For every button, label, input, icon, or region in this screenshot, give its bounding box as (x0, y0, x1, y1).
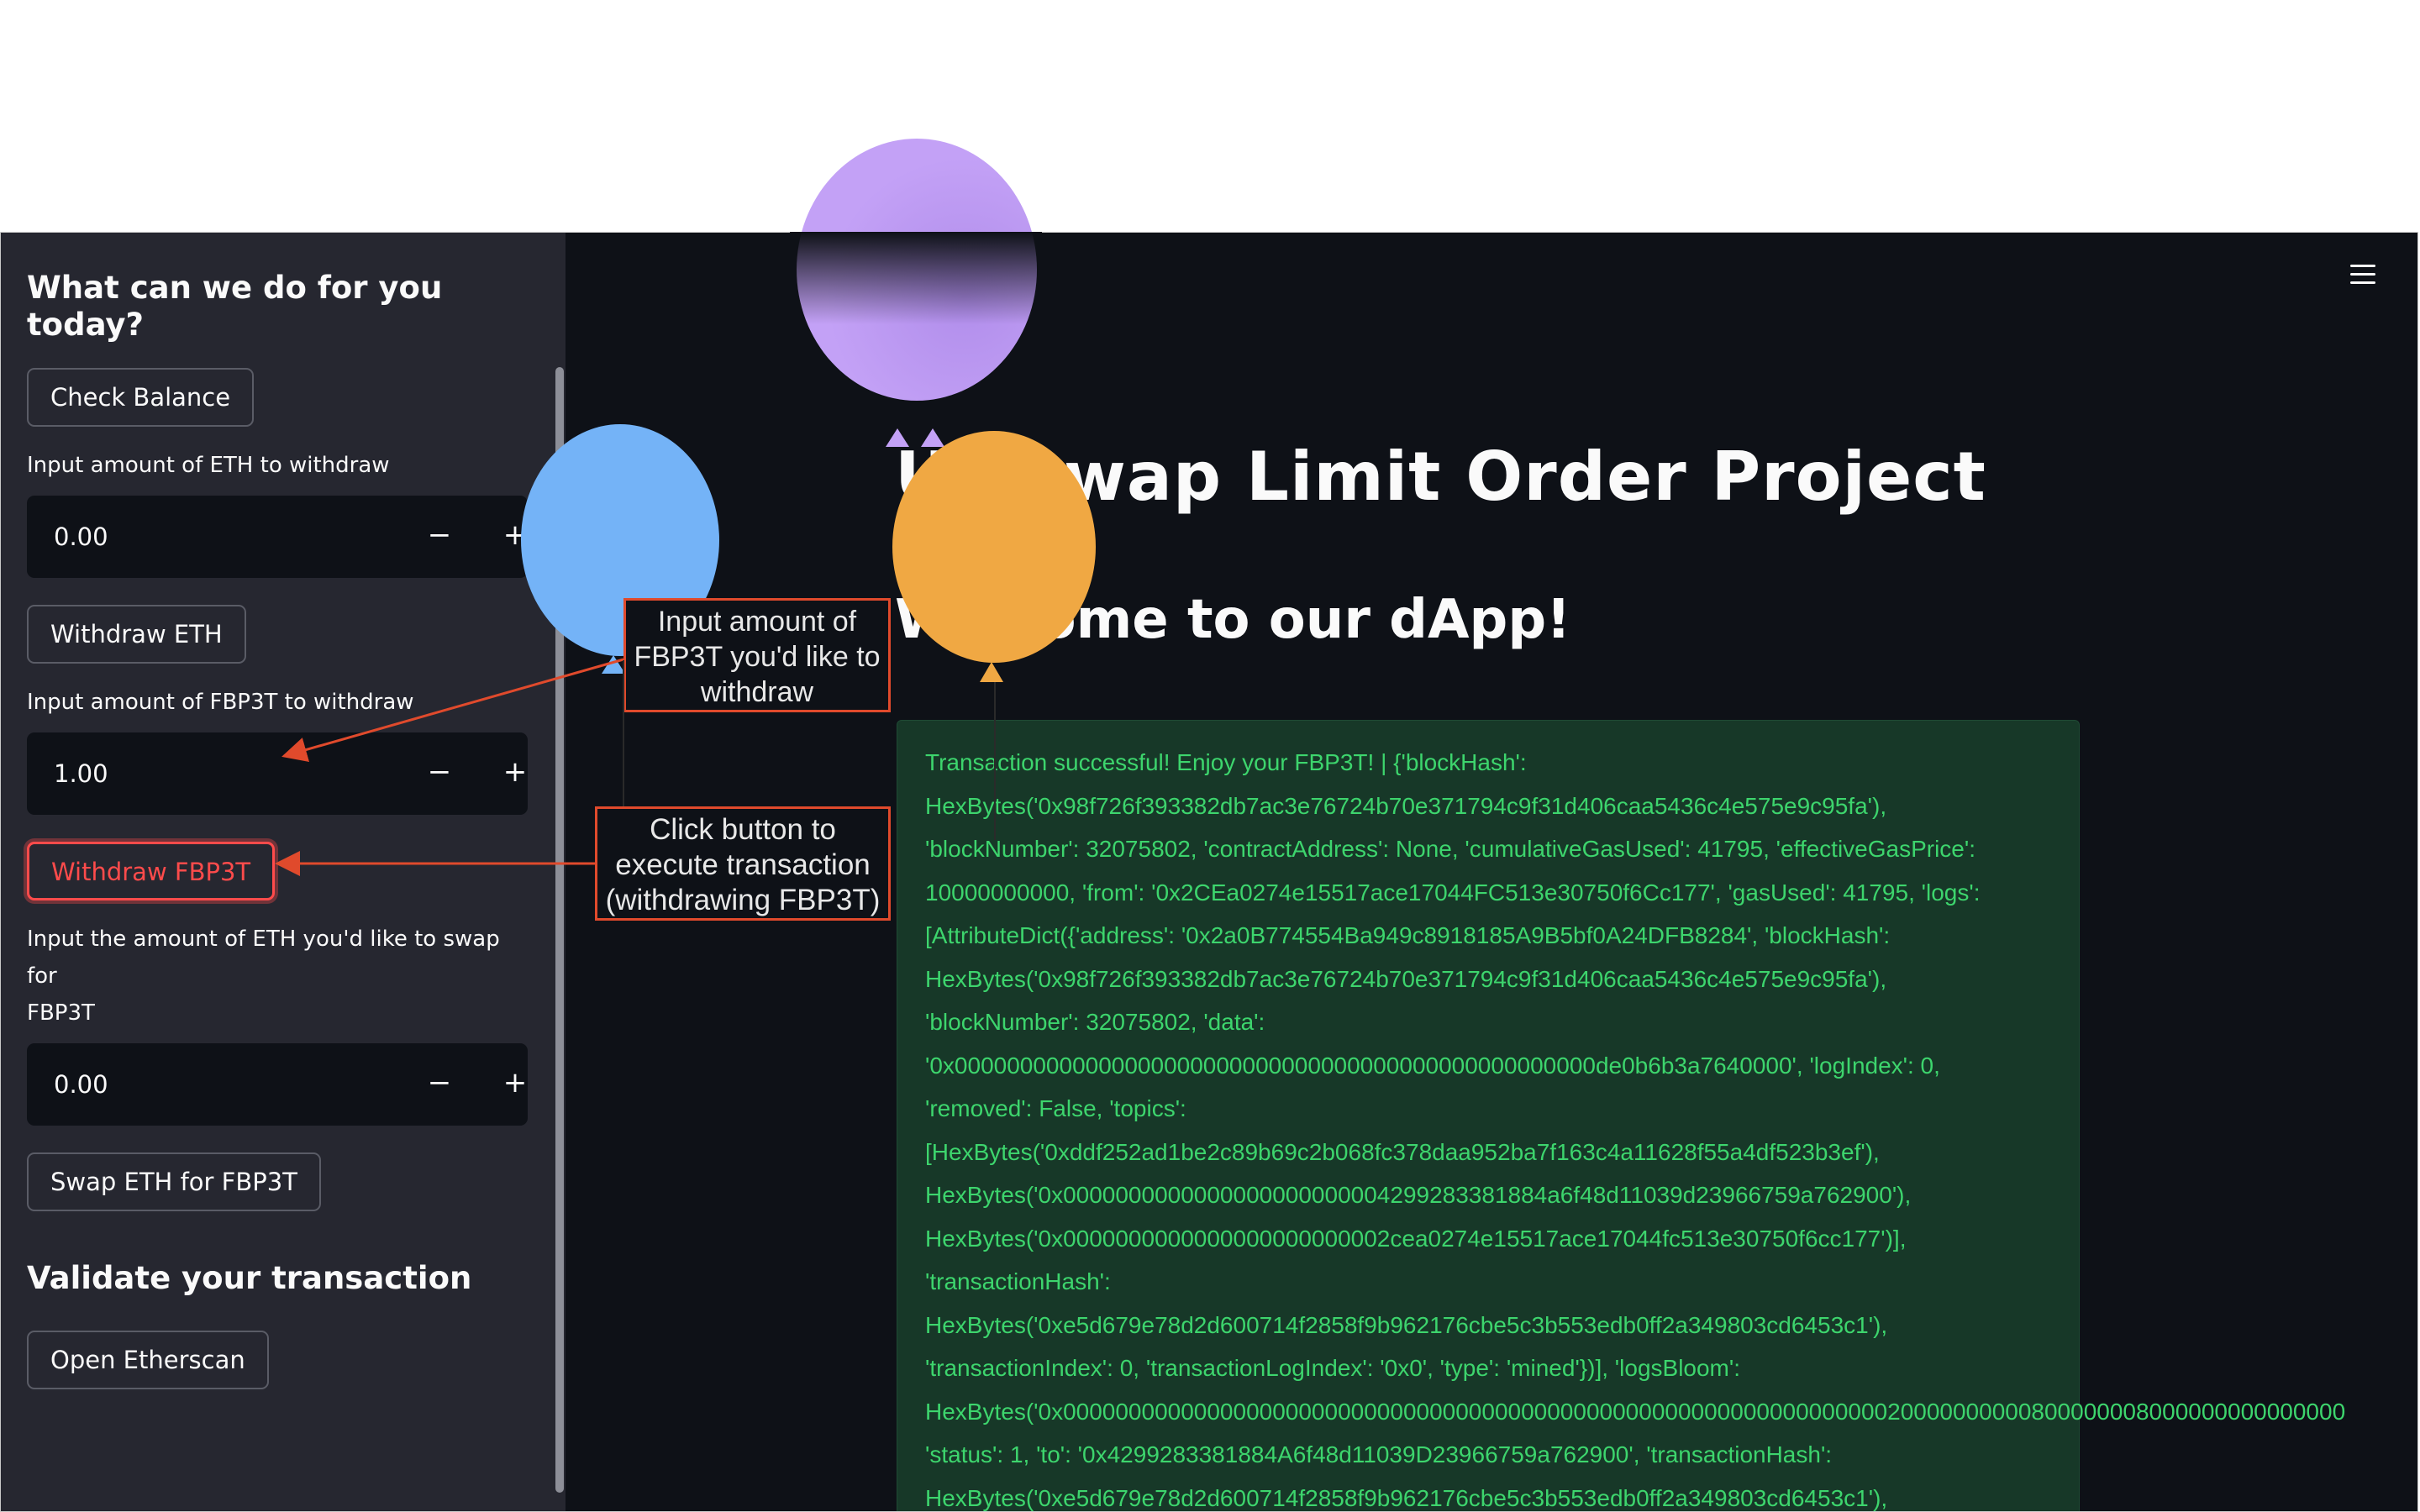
fbp3t-withdraw-label: Input amount of FBP3T to withdraw (27, 689, 414, 715)
swap-eth-increment-button[interactable]: + (477, 1043, 553, 1126)
swap-eth-decrement-button[interactable]: − (402, 1043, 477, 1126)
withdraw-eth-button[interactable]: Withdraw ETH (27, 604, 246, 664)
success-message-box: Transaction successful! Enjoy your FBP3T… (897, 720, 2345, 1511)
withdraw-fbp3t-button[interactable]: Withdraw FBP3T (27, 841, 276, 900)
balloon-knot-blue (602, 655, 625, 674)
fbp3t-withdraw-value[interactable]: 1.00 (54, 732, 108, 815)
balloon-orange (892, 431, 1096, 663)
app-window: What can we do for you today? Check Bala… (0, 232, 2418, 1512)
sidebar: What can we do for you today? Check Bala… (1, 233, 566, 1511)
fbp3t-withdraw-increment-button[interactable]: + (477, 732, 553, 815)
swap-eth-input[interactable]: 0.00 − + (27, 1042, 528, 1126)
annotation-click-note: Click button to execute transaction (wit… (595, 806, 891, 921)
check-balance-button[interactable]: Check Balance (27, 367, 255, 427)
sidebar-title: What can we do for you today? (27, 270, 443, 344)
swap-eth-value[interactable]: 0.00 (54, 1043, 108, 1126)
balloon-fade (790, 232, 1042, 324)
swap-label-line1: Input the amount of ETH you'd like to sw… (27, 926, 500, 989)
validate-title: Validate your transaction (27, 1259, 472, 1296)
swap-label-line2: FBP3T (27, 1000, 95, 1026)
annotation-input-note: Input amount of FBP3T you'd like to with… (623, 598, 891, 712)
eth-withdraw-input[interactable]: 0.00 − + (27, 495, 528, 578)
open-etherscan-button[interactable]: Open Etherscan (27, 1331, 269, 1390)
eth-withdraw-label: Input amount of ETH to withdraw (27, 452, 390, 478)
swap-eth-button[interactable]: Swap ETH for FBP3T (27, 1152, 321, 1211)
fbp3t-withdraw-input[interactable]: 1.00 − + (27, 732, 528, 815)
success-message-text: Transaction successful! Enjoy your FBP3T… (925, 749, 2346, 1511)
balloon-knot-purple-2 (921, 428, 944, 447)
eth-withdraw-decrement-button[interactable]: − (402, 496, 477, 578)
fbp3t-withdraw-decrement-button[interactable]: − (402, 732, 477, 815)
hamburger-menu-icon[interactable] (2350, 265, 2375, 290)
balloon-knot-purple-1 (886, 428, 909, 447)
eth-withdraw-value[interactable]: 0.00 (54, 496, 108, 578)
balloon-knot-orange (980, 662, 1003, 682)
